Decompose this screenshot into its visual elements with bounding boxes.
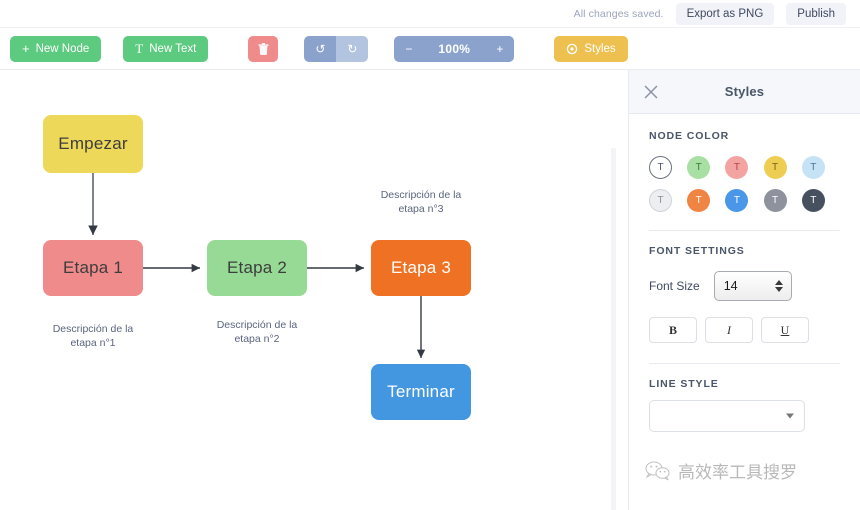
underline-button[interactable]: U <box>761 317 809 343</box>
styles-panel-title: Styles <box>724 84 765 99</box>
color-swatch-dark-slate[interactable]: T <box>801 189 825 212</box>
redo-button[interactable]: ↻ <box>336 35 369 62</box>
node-terminar-label: Terminar <box>387 382 455 401</box>
node-etapa1-label: Etapa 1 <box>62 258 123 277</box>
stepper-up-icon[interactable] <box>774 280 783 285</box>
toolbar: + New Node T New Text ↺ ↻ − 100% + Style… <box>0 28 860 70</box>
node-description-etapa1-line2: etapa n°1 <box>70 337 116 350</box>
node-empezar[interactable]: Empezar <box>43 115 143 173</box>
undo-button[interactable]: ↺ <box>304 35 337 62</box>
zoom-level-value[interactable]: 100% <box>423 35 486 62</box>
canvas-scrollbar-thumb[interactable] <box>611 148 616 510</box>
styles-button[interactable]: Styles <box>554 35 628 62</box>
gear-icon <box>567 43 578 54</box>
node-description-etapa2-line1: Descripción de la <box>216 319 298 331</box>
underline-label: U <box>780 322 790 337</box>
color-swatch-yellow[interactable]: T <box>763 156 787 179</box>
zoom-out-button[interactable]: − <box>394 35 424 62</box>
app-root: All changes saved. Export as PNG Publish… <box>0 0 860 510</box>
color-swatch-dark-slate-glyph: T <box>810 195 817 206</box>
font-size-row: Font Size 14 <box>649 271 840 301</box>
stepper-down-icon[interactable] <box>774 287 783 292</box>
color-swatch-green[interactable]: T <box>687 156 711 179</box>
color-swatch-red-glyph: T <box>733 162 740 173</box>
node-description-etapa3-line2: etapa n°3 <box>398 203 444 216</box>
color-swatch-orange[interactable]: T <box>687 189 711 212</box>
new-text-label: New Text <box>149 42 197 55</box>
zoom-control-group: − 100% + <box>394 35 515 62</box>
text-format-button-group: B I U <box>649 317 840 343</box>
save-status-text: All changes saved. <box>573 7 664 20</box>
node-description-etapa1-line1: Descripción de la <box>52 323 134 335</box>
node-description-etapa3[interactable]: Descripción de la etapa n°3 <box>346 188 496 216</box>
bold-label: B <box>668 322 677 337</box>
color-swatch-gray[interactable]: T <box>763 189 787 212</box>
node-color-swatch-grid: T T T T T T T T T T <box>649 156 840 212</box>
new-text-button[interactable]: T New Text <box>123 35 209 62</box>
node-description-etapa3-line1: Descripción de la <box>380 189 462 201</box>
color-swatch-white-glyph: T <box>657 162 664 173</box>
line-style-value <box>650 401 804 409</box>
line-style-section-label: LINE STYLE <box>649 378 719 390</box>
styles-divider-2 <box>649 363 840 364</box>
new-node-button[interactable]: + New Node <box>10 35 102 62</box>
color-swatch-light-gray[interactable]: T <box>649 189 672 212</box>
node-color-section-label: NODE COLOR <box>649 130 730 142</box>
color-swatch-blue[interactable]: T <box>725 189 749 212</box>
font-settings-section-label: FONT SETTINGS <box>649 245 745 257</box>
font-size-value: 14 <box>723 279 738 293</box>
plus-icon: + <box>22 41 30 56</box>
color-swatch-green-glyph: T <box>695 162 702 173</box>
node-description-etapa1[interactable]: Descripción de la etapa n°1 <box>18 322 168 350</box>
styles-divider-1 <box>649 230 840 231</box>
bold-button[interactable]: B <box>649 317 697 343</box>
color-swatch-red[interactable]: T <box>725 156 749 179</box>
top-bar: All changes saved. Export as PNG Publish <box>0 0 860 28</box>
color-swatch-orange-glyph: T <box>695 195 702 206</box>
color-swatch-blue-glyph: T <box>733 195 740 206</box>
color-swatch-light-gray-glyph: T <box>657 195 664 206</box>
italic-label: I <box>727 322 731 337</box>
publish-button[interactable]: Publish <box>786 2 846 25</box>
text-t-icon: T <box>135 41 144 56</box>
close-icon[interactable] <box>643 84 659 100</box>
node-etapa2-label: Etapa 2 <box>226 258 287 277</box>
stepper-arrows-icon[interactable] <box>774 280 783 292</box>
chevron-down-icon[interactable] <box>786 413 794 419</box>
zoom-in-button[interactable]: + <box>485 35 515 62</box>
node-etapa3-label: Etapa 3 <box>390 258 451 277</box>
new-node-label: New Node <box>35 42 90 55</box>
node-etapa3[interactable]: Etapa 3 <box>371 240 471 296</box>
font-size-label: Font Size <box>649 279 700 293</box>
node-terminar[interactable]: Terminar <box>371 364 471 420</box>
node-empezar-label: Empezar <box>58 134 128 153</box>
flowchart-canvas[interactable]: Empezar Etapa 1 Etapa 2 Etapa 3 Terminar… <box>0 70 620 510</box>
color-swatch-light-blue[interactable]: T <box>801 156 825 179</box>
canvas-scrollbar-track[interactable] <box>611 148 616 510</box>
node-description-etapa2-line2: etapa n°2 <box>234 333 280 346</box>
styles-label: Styles <box>584 42 616 55</box>
italic-button[interactable]: I <box>705 317 753 343</box>
styles-panel-header: Styles <box>629 70 860 114</box>
font-size-stepper[interactable]: 14 <box>713 271 792 301</box>
styles-panel-body: NODE COLOR T T T T T T T T T T FONT SETT… <box>629 114 860 432</box>
delete-button[interactable] <box>248 35 279 62</box>
node-description-etapa2[interactable]: Descripción de la etapa n°2 <box>182 318 332 346</box>
styles-panel: Styles NODE COLOR T T T T T T T T T T FO… <box>628 70 860 510</box>
color-swatch-white[interactable]: T <box>649 156 672 179</box>
trash-icon <box>258 42 269 55</box>
history-button-group: ↺ ↻ <box>304 35 369 62</box>
color-swatch-light-blue-glyph: T <box>810 162 817 173</box>
color-swatch-gray-glyph: T <box>772 195 779 206</box>
color-swatch-yellow-glyph: T <box>772 162 779 173</box>
node-etapa2[interactable]: Etapa 2 <box>207 240 307 296</box>
line-style-dropdown[interactable] <box>649 400 805 432</box>
node-etapa1[interactable]: Etapa 1 <box>43 240 143 296</box>
export-as-png-button[interactable]: Export as PNG <box>675 2 775 25</box>
